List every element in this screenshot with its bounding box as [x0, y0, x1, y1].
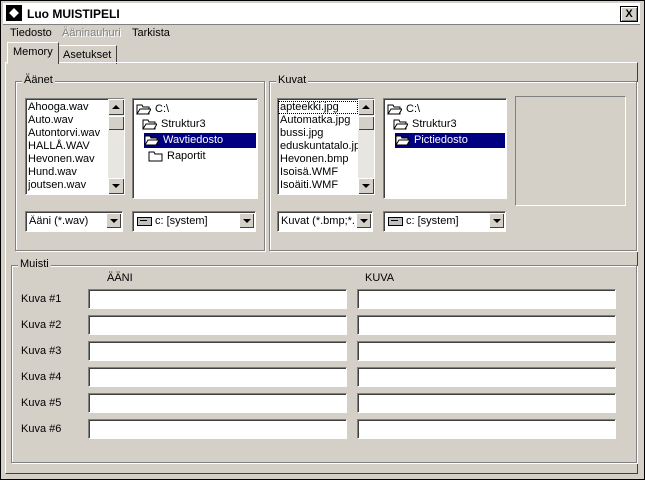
row-label: Kuva #6	[21, 423, 62, 435]
sound-drive-value: c: [system]	[155, 215, 208, 227]
folder-icon	[148, 151, 163, 162]
list-item[interactable]: joutsen.wav	[26, 179, 108, 192]
image-field-5[interactable]	[357, 393, 616, 413]
scroll-up-icon[interactable]	[108, 99, 124, 115]
image-field-6[interactable]	[357, 419, 616, 439]
sound-drive-select[interactable]: c: [system]	[132, 211, 256, 232]
chevron-down-icon[interactable]	[239, 213, 254, 228]
drive-icon	[137, 217, 152, 226]
drive-icon	[388, 217, 403, 226]
memory-group-label: Muisti	[18, 258, 51, 270]
open-folder-icon	[142, 119, 157, 130]
image-drive-select[interactable]: c: [system]	[383, 211, 506, 232]
open-folder-icon	[395, 135, 410, 146]
scroll-down-icon[interactable]	[358, 178, 374, 194]
list-item[interactable]: Hund.wav	[26, 166, 108, 179]
image-file-list[interactable]: apteekki.jpg Automatka.jpg bussi.jpg edu…	[277, 98, 375, 195]
title-bar[interactable]: Luo MUISTIPELI X	[3, 3, 640, 25]
image-filter-select[interactable]: Kuvat (*.bmp;*.jpg)	[277, 211, 373, 232]
dir-label: Raportit	[167, 150, 206, 162]
list-item[interactable]: Ahooga.wav	[26, 101, 108, 114]
image-field-2[interactable]	[357, 315, 616, 335]
image-field-3[interactable]	[357, 341, 616, 361]
menu-tarkista[interactable]: Tarkista	[132, 27, 170, 39]
image-preview	[515, 96, 626, 206]
scroll-thumb[interactable]	[358, 116, 374, 130]
row-label: Kuva #2	[21, 319, 62, 331]
open-folder-icon	[393, 119, 408, 130]
image-drive-value: c: [system]	[406, 215, 459, 227]
scroll-down-icon[interactable]	[108, 178, 124, 194]
dir-item-selected[interactable]: Wavtiedosto	[144, 133, 256, 148]
scroll-thumb[interactable]	[108, 116, 124, 130]
list-item[interactable]: Hevonen.bmp	[278, 153, 358, 166]
sound-field-5[interactable]	[88, 393, 347, 413]
dir-label: Pictiedosto	[414, 134, 468, 146]
list-item[interactable]: Isoäiti.WMF	[278, 179, 358, 192]
dir-label: Wavtiedosto	[163, 134, 224, 146]
row-label: Kuva #4	[21, 371, 62, 383]
image-directory-list[interactable]: C:\ Struktur3 Pictiedosto	[383, 98, 507, 199]
sound-filter-select[interactable]: Ääni (*.wav)	[25, 211, 123, 232]
sound-field-6[interactable]	[88, 419, 347, 439]
image-field-1[interactable]	[357, 289, 616, 309]
dir-label: Struktur3	[161, 118, 206, 130]
dir-label: C:\	[155, 103, 170, 115]
image-list-scrollbar[interactable]	[358, 99, 374, 194]
menu-tiedosto[interactable]: Tiedosto	[10, 27, 52, 39]
tab-memory[interactable]: Memory	[7, 42, 59, 64]
dir-item[interactable]: C:\	[387, 102, 424, 117]
open-folder-icon	[136, 104, 151, 115]
chevron-down-icon[interactable]	[356, 213, 371, 228]
list-item[interactable]: Autontorvi.wav	[26, 127, 108, 140]
list-item[interactable]: HALLÅ.WAV	[26, 140, 108, 153]
sound-filter-value: Ääni (*.wav)	[29, 215, 89, 227]
dir-item[interactable]: Struktur3	[142, 117, 210, 132]
list-item[interactable]: Auto.wav	[26, 114, 108, 127]
images-group-label: Kuvat	[276, 74, 309, 86]
sounds-group-label: Äänet	[22, 74, 55, 86]
dir-item-selected[interactable]: Pictiedosto	[395, 133, 505, 148]
app-icon	[6, 5, 22, 21]
window-title: Luo MUISTIPELI	[27, 7, 120, 21]
chevron-down-icon[interactable]	[106, 213, 121, 228]
sound-field-3[interactable]	[88, 341, 347, 361]
list-item-focused[interactable]: apteekki.jpg	[278, 101, 358, 114]
dir-item[interactable]: Raportit	[148, 149, 210, 164]
column-header-sound: ÄÄNI	[107, 272, 133, 284]
sound-directory-list[interactable]: C:\ Struktur3 Wavtiedosto Raportit	[132, 98, 258, 199]
row-label: Kuva #5	[21, 397, 62, 409]
open-folder-icon	[144, 135, 159, 146]
close-button[interactable]: X	[620, 6, 638, 22]
sound-field-2[interactable]	[88, 315, 347, 335]
open-folder-icon	[387, 104, 402, 115]
dir-item[interactable]: C:\	[136, 102, 173, 117]
scroll-up-icon[interactable]	[358, 99, 374, 115]
image-filter-value: Kuvat (*.bmp;*.jpg)	[281, 215, 355, 227]
dir-label: Struktur3	[412, 118, 457, 130]
chevron-down-icon[interactable]	[489, 213, 504, 228]
sound-file-list[interactable]: Ahooga.wav Auto.wav Autontorvi.wav HALLÅ…	[25, 98, 125, 195]
image-field-4[interactable]	[357, 367, 616, 387]
row-label: Kuva #3	[21, 345, 62, 357]
list-item[interactable]: Hevonen.wav	[26, 153, 108, 166]
main-window: Luo MUISTIPELI X Tiedosto Ääninauhuri Ta…	[0, 0, 645, 480]
sound-field-1[interactable]	[88, 289, 347, 309]
sound-field-4[interactable]	[88, 367, 347, 387]
dir-item[interactable]: Struktur3	[393, 117, 461, 132]
menu-aaninauhuri: Ääninauhuri	[62, 27, 121, 39]
list-item[interactable]: eduskuntatalo.jpg	[278, 140, 366, 153]
row-label: Kuva #1	[21, 293, 62, 305]
sound-list-scrollbar[interactable]	[108, 99, 124, 194]
list-item[interactable]: Automatka.jpg	[278, 114, 358, 127]
list-item[interactable]: bussi.jpg	[278, 127, 358, 140]
list-item[interactable]: Isoisä.WMF	[278, 166, 358, 179]
dir-label: C:\	[406, 103, 421, 115]
column-header-image: KUVA	[365, 272, 395, 284]
